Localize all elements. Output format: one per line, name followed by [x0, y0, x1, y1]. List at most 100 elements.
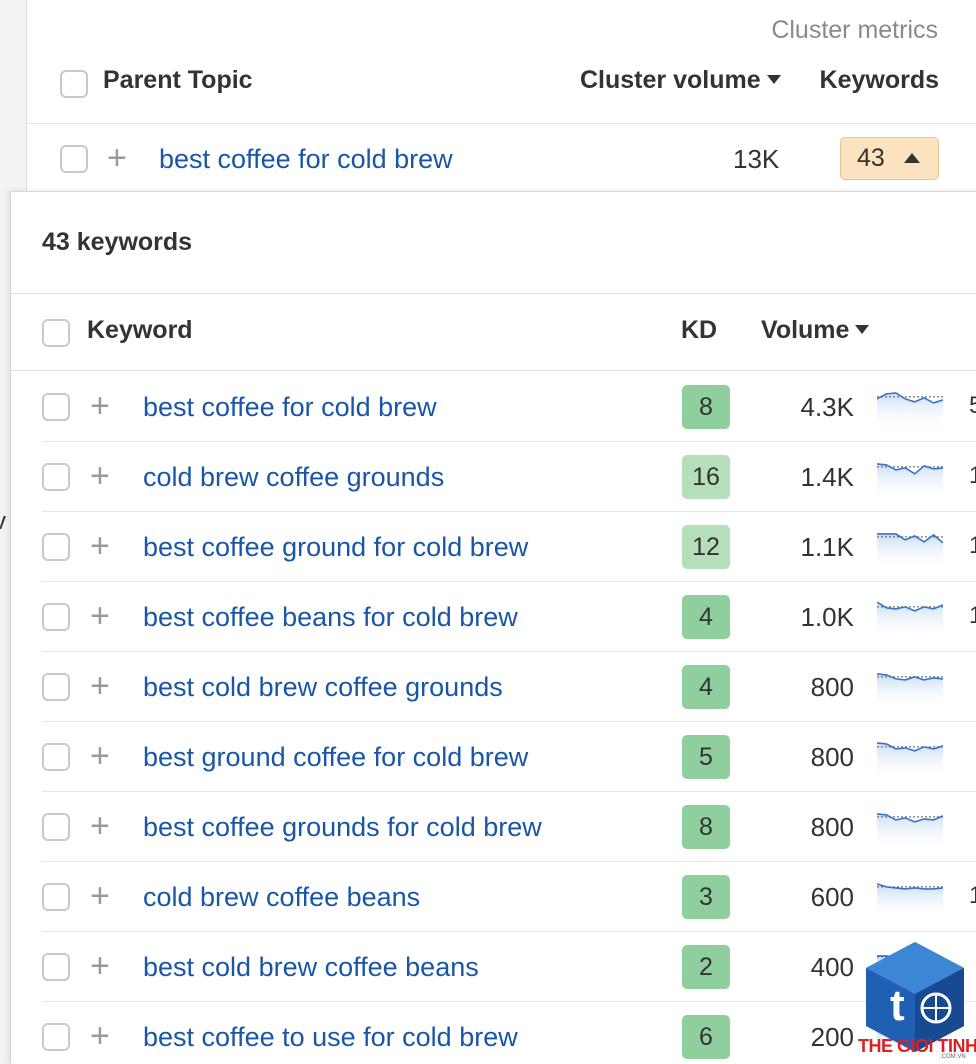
keyword-link[interactable]: best coffee to use for cold brew — [143, 1022, 518, 1053]
parent-topic-link[interactable]: best coffee for cold brew — [159, 144, 453, 175]
keyword-checkbox[interactable] — [42, 603, 70, 631]
kd-badge: 4 — [682, 665, 730, 709]
kd-badge: 6 — [682, 1015, 730, 1059]
keyword-checkbox[interactable] — [42, 673, 70, 701]
volume-value: 800 — [810, 672, 854, 702]
clipped-column-value: 5 — [969, 392, 976, 419]
add-icon[interactable]: + — [90, 949, 110, 983]
keyword-link[interactable]: best cold brew coffee grounds — [143, 672, 503, 703]
volume-value: 400 — [810, 952, 854, 982]
keyword-row: + best ground coffee for cold brew 5 800 — [11, 722, 976, 792]
kd-badge: 8 — [682, 805, 730, 849]
kd-badge: 3 — [682, 875, 730, 919]
keyword-checkbox[interactable] — [42, 953, 70, 981]
add-icon[interactable]: + — [90, 809, 110, 843]
kd-badge: 12 — [682, 525, 730, 569]
volume-value: 200 — [810, 1022, 854, 1052]
kd-column-header[interactable]: KD — [681, 316, 717, 345]
clipped-column-value: 1 — [969, 462, 976, 489]
trend-sparkline — [877, 601, 943, 640]
volume-column-header[interactable]: Volume — [761, 316, 870, 345]
kd-badge: 16 — [682, 455, 730, 499]
keywords-count-toggle[interactable]: 43 — [840, 137, 939, 180]
watermark-domain: .COM.VN — [940, 1054, 966, 1060]
select-all-checkbox[interactable] — [60, 70, 88, 98]
volume-value: 1.0K — [800, 602, 855, 632]
keyword-row: + best coffee to use for cold brew 6 200 — [11, 1002, 976, 1064]
keyword-checkbox[interactable] — [42, 743, 70, 771]
add-icon[interactable]: + — [107, 141, 127, 175]
trend-sparkline — [877, 673, 943, 710]
trend-sparkline — [877, 392, 943, 430]
keywords-count: 43 — [857, 144, 885, 172]
sort-desc-icon — [766, 74, 781, 84]
popup-title: 43 keywords — [42, 228, 193, 256]
keyword-row: + cold brew coffee beans 3 600 1 — [11, 862, 976, 932]
kd-badge: 8 — [682, 385, 730, 429]
trend-sparkline — [877, 742, 943, 780]
keyword-checkbox[interactable] — [42, 463, 70, 491]
clipped-column-value: 1 — [969, 532, 976, 559]
volume-value: 1.1K — [800, 532, 855, 562]
svg-text:t: t — [890, 981, 905, 1030]
keyword-row: + best coffee beans for cold brew 4 1.0K 1 — [11, 582, 976, 652]
clipped-column-value: 1 — [969, 882, 976, 909]
popup-table-header: Keyword KD Volume — [11, 293, 976, 371]
keyword-column-header[interactable]: Keyword — [87, 316, 193, 345]
keyword-row: + cold brew coffee grounds 16 1.4K 1 — [11, 442, 976, 512]
add-icon[interactable]: + — [90, 389, 110, 423]
clipped-column-value: 1 — [969, 602, 976, 629]
keyword-checkbox[interactable] — [42, 533, 70, 561]
add-icon[interactable]: + — [90, 1019, 110, 1053]
keyword-row: + best cold brew coffee grounds 4 800 — [11, 652, 976, 722]
keyword-checkbox[interactable] — [42, 393, 70, 421]
keyword-link[interactable]: cold brew coffee beans — [143, 882, 420, 913]
kd-badge: 5 — [682, 735, 730, 779]
keyword-link[interactable]: best coffee ground for cold brew — [143, 532, 528, 563]
add-icon[interactable]: + — [90, 459, 110, 493]
keyword-checkbox[interactable] — [42, 1023, 70, 1051]
cluster-volume-header[interactable]: Cluster volume — [580, 66, 781, 95]
volume-value: 800 — [810, 742, 854, 772]
keyword-link[interactable]: cold brew coffee grounds — [143, 462, 444, 493]
collapse-up-icon — [904, 153, 920, 163]
add-icon[interactable]: + — [90, 879, 110, 913]
parent-topic-row: + best coffee for cold brew 13K 43 — [27, 124, 976, 192]
kd-badge: 4 — [682, 595, 730, 639]
keyword-row: + best coffee ground for cold brew 12 1.1K 1 — [11, 512, 976, 582]
keyword-link[interactable]: best coffee beans for cold brew — [143, 602, 518, 633]
keyword-row: + best coffee grounds for cold brew 8 800 — [11, 792, 976, 862]
keyword-list: + best coffee for cold brew 8 4.3K 5 + cold br… — [11, 372, 976, 1064]
trend-sparkline — [877, 813, 943, 850]
parent-topic-header[interactable]: Parent Topic — [103, 66, 253, 95]
volume-value: 600 — [810, 882, 854, 912]
keywords-header[interactable]: Keywords — [820, 66, 939, 95]
keyword-link[interactable]: best ground coffee for cold brew — [143, 742, 528, 773]
cluster-volume-value: 13K — [733, 144, 780, 174]
trend-sparkline — [877, 463, 943, 500]
clipped-text: v — [0, 508, 6, 535]
volume-value: 4.3K — [800, 392, 855, 422]
volume-label: Volume — [761, 316, 850, 344]
add-icon[interactable]: + — [90, 739, 110, 773]
trend-sparkline — [877, 883, 943, 920]
volume-value: 1.4K — [800, 462, 855, 492]
add-icon[interactable]: + — [90, 599, 110, 633]
topic-checkbox[interactable] — [60, 145, 88, 173]
keyword-link[interactable]: best cold brew coffee beans — [143, 952, 479, 983]
keywords-popup: 43 keywords Keyword KD Volume + best coff… — [10, 191, 976, 1064]
trend-sparkline — [877, 533, 943, 570]
keyword-row: + best cold brew coffee beans 2 400 — [11, 932, 976, 1002]
select-all-keywords-checkbox[interactable] — [42, 319, 70, 347]
kd-badge: 2 — [682, 945, 730, 989]
keyword-checkbox[interactable] — [42, 883, 70, 911]
keyword-link[interactable]: best coffee grounds for cold brew — [143, 812, 542, 843]
sort-desc-icon — [855, 324, 870, 334]
add-icon[interactable]: + — [90, 669, 110, 703]
cluster-volume-label: Cluster volume — [580, 66, 761, 94]
keyword-link[interactable]: best coffee for cold brew — [143, 392, 437, 423]
volume-value: 800 — [810, 812, 854, 842]
add-icon[interactable]: + — [90, 529, 110, 563]
keyword-checkbox[interactable] — [42, 813, 70, 841]
cluster-metrics-label: Cluster metrics — [771, 16, 938, 44]
